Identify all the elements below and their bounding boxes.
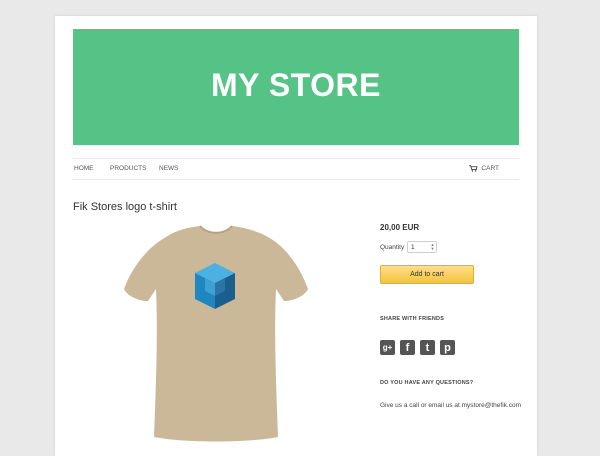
cart-icon	[469, 165, 478, 172]
google-plus-icon[interactable]: g+	[380, 340, 395, 355]
twitter-icon[interactable]: t	[420, 340, 435, 355]
main-nav: HOME PRODUCTS NEWS CART	[73, 158, 519, 180]
page-container: MY STORE HOME PRODUCTS NEWS CART Fik Sto…	[55, 16, 537, 456]
product-price: 20,00 EUR	[380, 223, 420, 232]
questions-heading: DO YOU HAVE ANY QUESTIONS?	[380, 380, 474, 386]
quantity-spin-icon[interactable]: ▲ ▼	[430, 243, 435, 251]
store-banner[interactable]: MY STORE	[73, 29, 519, 145]
quantity-value: 1	[411, 244, 415, 251]
add-to-cart-button[interactable]: Add to cart	[380, 265, 474, 284]
product-image[interactable]	[108, 223, 322, 443]
quantity-stepper[interactable]: 1 ▲ ▼	[407, 241, 437, 253]
social-share-row: g+ f t p	[380, 340, 455, 355]
quantity-label: Quantity	[380, 244, 405, 251]
nav-item-news[interactable]: NEWS	[159, 165, 179, 172]
contact-text: Give us a call or email us at mystore@th…	[380, 402, 521, 409]
pinterest-icon[interactable]: p	[440, 340, 455, 355]
nav-cart-link[interactable]: CART	[469, 165, 499, 172]
cart-label: CART	[481, 165, 499, 172]
tshirt-shape	[124, 226, 308, 442]
facebook-icon[interactable]: f	[400, 340, 415, 355]
nav-item-products[interactable]: PRODUCTS	[110, 165, 146, 172]
product-title: Fik Stores logo t-shirt	[73, 201, 177, 213]
store-title: MY STORE	[211, 66, 381, 103]
share-heading: SHARE WITH FRIENDS	[380, 316, 445, 322]
nav-item-home[interactable]: HOME	[74, 165, 94, 172]
